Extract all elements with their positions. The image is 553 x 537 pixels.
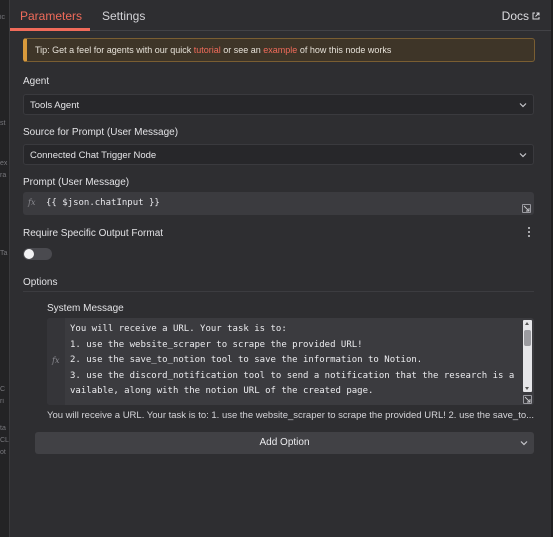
left-rail-text: ex (0, 160, 8, 167)
expand-editor-icon[interactable] (523, 395, 532, 404)
toggle-knob (24, 249, 34, 259)
left-rail-edge: ic st ex ra Ta C ri ta CL ot (0, 0, 9, 537)
external-link-icon (532, 12, 540, 23)
fx-icon: fx (52, 356, 60, 365)
prompt-label: Prompt (User Message) (23, 177, 130, 188)
agent-select[interactable]: Tools Agent (23, 94, 534, 115)
add-option-label: Add Option (259, 437, 310, 448)
prompt-expression-field[interactable]: fx {{ $json.chatInput }} (23, 192, 534, 215)
left-rail-text: ot (0, 449, 6, 456)
left-rail-text: ic (0, 14, 6, 21)
output-format-label: Require Specific Output Format (23, 228, 164, 239)
left-rail-text: C (0, 386, 6, 393)
left-rail-text: ri (0, 398, 4, 405)
scroll-down-icon[interactable] (525, 387, 529, 390)
system-message-preview: You will receive a URL. Your task is to:… (47, 410, 535, 421)
chevron-down-icon (519, 103, 527, 108)
output-format-toggle[interactable] (23, 248, 52, 260)
active-tab-indicator (10, 28, 90, 31)
tip-text: of how this node works (297, 45, 392, 55)
tab-parameters[interactable]: Parameters (20, 9, 82, 23)
docs-label: Docs (501, 9, 529, 23)
scroll-up-icon[interactable] (525, 322, 529, 325)
left-rail-text: ra (0, 172, 7, 179)
more-options-icon[interactable] (528, 227, 532, 239)
chevron-down-icon (520, 441, 528, 446)
system-message-label: System Message (47, 303, 124, 314)
agent-label: Agent (23, 76, 50, 87)
editor-scrollbar[interactable] (523, 320, 532, 392)
tip-text: or see an (220, 45, 264, 55)
fx-icon: fx (28, 198, 36, 207)
add-option-button[interactable]: Add Option (35, 432, 534, 454)
left-rail-text: CL (0, 437, 9, 444)
tab-settings[interactable]: Settings (102, 9, 145, 23)
example-link[interactable]: example (263, 45, 297, 55)
tip-text: Tip: Get a feel for agents with our quic… (35, 45, 194, 55)
source-label: Source for Prompt (User Message) (23, 127, 179, 138)
tip-banner: Tip: Get a feel for agents with our quic… (23, 38, 535, 62)
system-message-text[interactable]: You will receive a URL. Your task is to:… (70, 322, 518, 400)
left-rail-text: ta (0, 425, 6, 432)
expand-editor-icon[interactable] (522, 204, 531, 213)
source-select-value: Connected Chat Trigger Node (30, 150, 157, 161)
docs-link[interactable]: Docs (502, 9, 540, 23)
editor-gutter: fx (47, 318, 65, 405)
node-parameters-panel: Parameters Settings Docs Tip: Get a feel… (9, 0, 552, 537)
tutorial-link[interactable]: tutorial (194, 45, 221, 55)
left-rail-text: st (0, 120, 6, 127)
panel-header: Parameters Settings Docs (10, 0, 552, 31)
options-divider (23, 291, 534, 292)
system-message-editor[interactable]: fx You will receive a URL. Your task is … (47, 318, 534, 405)
scrollbar-thumb[interactable] (524, 330, 531, 346)
options-heading: Options (23, 277, 58, 288)
source-select[interactable]: Connected Chat Trigger Node (23, 144, 534, 165)
prompt-value: {{ $json.chatInput }} (46, 198, 160, 208)
agent-select-value: Tools Agent (30, 100, 80, 111)
chevron-down-icon (519, 153, 527, 158)
left-rail-text: Ta (0, 250, 8, 257)
